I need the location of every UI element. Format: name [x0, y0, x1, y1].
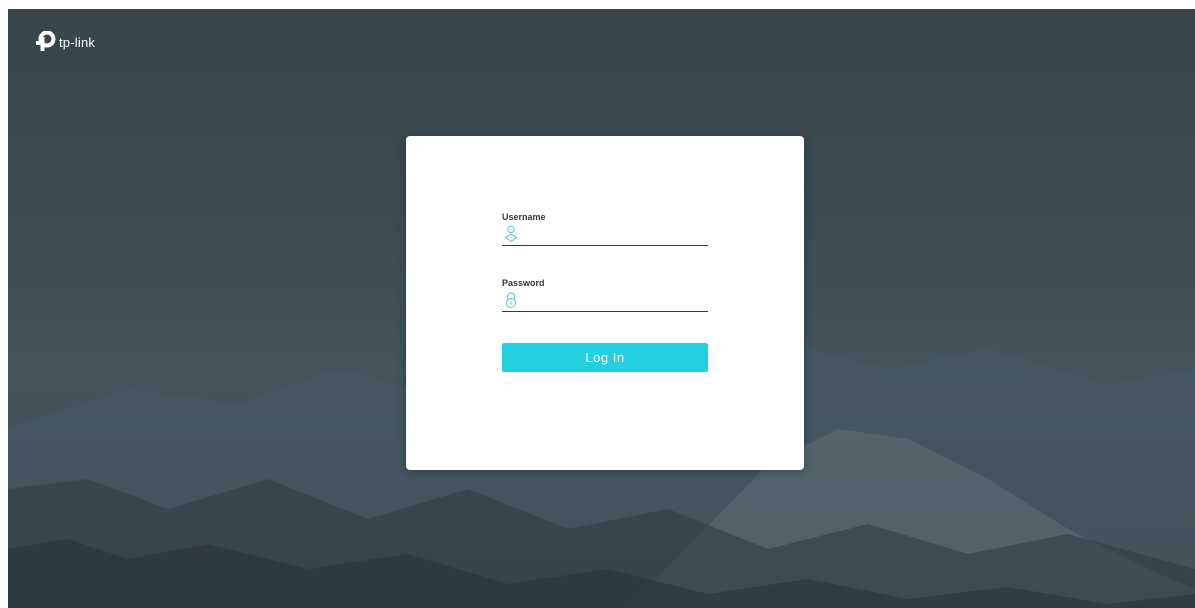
password-label: Password [502, 278, 545, 288]
login-page-background: tp-link Username Password Log In [8, 9, 1195, 608]
username-field-group: Username [502, 211, 708, 246]
tp-link-logo-icon [36, 31, 56, 51]
brand-logo: tp-link [34, 31, 95, 53]
password-input-row [502, 289, 708, 312]
username-input-row [502, 223, 708, 246]
username-label: Username [502, 212, 546, 222]
login-card: Username Password Log In [406, 136, 804, 470]
password-field-group: Password [502, 277, 708, 312]
brand-name: tp-link [59, 34, 96, 50]
password-input[interactable] [518, 290, 708, 310]
lock-icon [506, 292, 516, 308]
user-icon [504, 225, 518, 243]
log-in-button[interactable]: Log In [502, 343, 708, 372]
username-input[interactable] [518, 224, 708, 244]
